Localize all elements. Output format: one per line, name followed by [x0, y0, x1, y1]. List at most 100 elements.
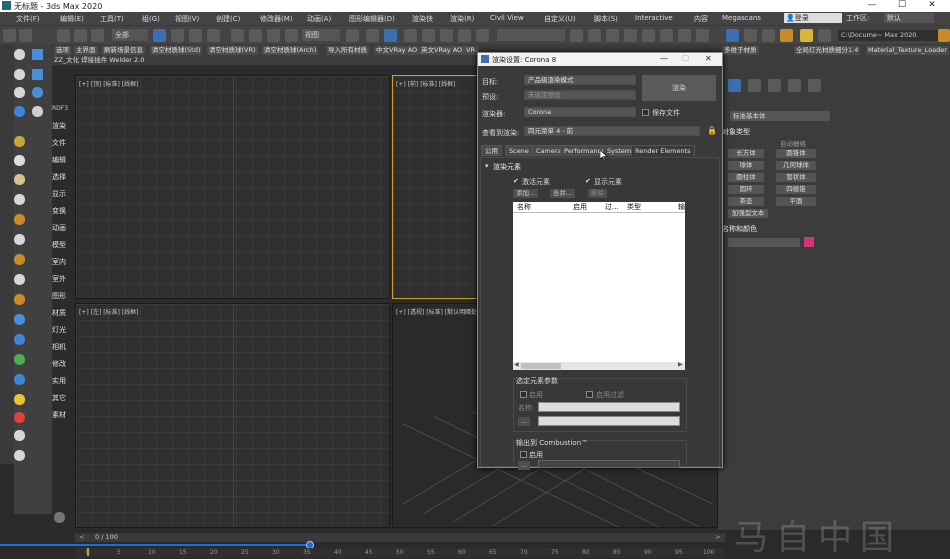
viewport-perspective-label[interactable]: [+] [透视] [标准] [默认明暗处理]	[396, 307, 485, 316]
element-name-input[interactable]	[538, 402, 680, 412]
dialog-minimize-button[interactable]: —	[660, 54, 668, 63]
ribbon-clear-arch[interactable]: 清空材质球(Arch)	[262, 46, 319, 55]
unlink-icon[interactable]	[74, 29, 87, 42]
align-icon[interactable]	[588, 29, 601, 42]
tool-icon-13[interactable]	[14, 374, 25, 385]
combustion-enable-checkbox[interactable]	[520, 451, 527, 458]
plugin-u-icon[interactable]	[800, 29, 813, 42]
menu-tools[interactable]: 工具(T)	[100, 14, 124, 24]
mirror-icon[interactable]	[570, 29, 583, 42]
col-type-header[interactable]: 类型	[627, 202, 641, 212]
merge-element-button[interactable]: 合并...	[550, 189, 576, 198]
element-path-input[interactable]	[538, 416, 680, 426]
ribbon-toggle-icon[interactable]	[624, 29, 637, 42]
menu-civil-view[interactable]: Civil View	[490, 14, 524, 22]
tab-scene[interactable]: Scene	[505, 145, 533, 156]
menu-scripting[interactable]: 脚本(S)	[594, 14, 618, 24]
tool-icon-10[interactable]	[14, 314, 25, 325]
ribbon-vray-ao-en[interactable]: 英文VRay AO	[419, 46, 465, 55]
sidebar-item-utility[interactable]: 实用	[48, 375, 74, 387]
track-bar[interactable]: 0 5 10 15 20 25 30 35 40 45 50 55 60 65 …	[75, 548, 725, 558]
redo-icon[interactable]	[19, 29, 32, 42]
lock-icon[interactable]: 🔒	[707, 126, 717, 135]
menu-group[interactable]: 组(G)	[142, 14, 160, 24]
time-slider-prev[interactable]: <	[79, 533, 84, 541]
combustion-browse-button[interactable]: ...	[518, 461, 531, 470]
tube-button[interactable]: 管状体	[776, 173, 816, 182]
browse-button[interactable]: ...	[518, 417, 531, 426]
motion-tab-icon[interactable]	[788, 79, 801, 92]
rendered-frame-window-icon[interactable]	[726, 29, 739, 42]
pivot-icon[interactable]	[346, 29, 359, 42]
select-manipulate-icon[interactable]	[366, 29, 379, 42]
sidebar-item-render[interactable]: 渲染	[48, 120, 74, 132]
select-by-name-icon[interactable]	[171, 29, 184, 42]
move-icon[interactable]	[231, 29, 244, 42]
ribbon-welder[interactable]: ZZ_文化 焊接插件 Welder 2.0	[54, 56, 144, 64]
minimize-button[interactable]: —	[858, 0, 886, 12]
ribbon-main-ui[interactable]: 主界面	[74, 46, 98, 55]
elements-list[interactable]: 名称 启用 过... 类型 输 ◀ ▶	[513, 202, 685, 370]
add-element-button[interactable]: 添加...	[513, 189, 539, 198]
cloud-small-icon[interactable]	[14, 69, 25, 80]
menu-megascans[interactable]: Megascans	[722, 14, 761, 22]
ribbon-refresh-scene[interactable]: 刷新场景信息	[102, 46, 145, 55]
close-button[interactable]: ✕	[918, 0, 946, 12]
autogrid-checkbox[interactable]: 自动栅格	[780, 138, 806, 148]
tool-icon-6[interactable]	[14, 234, 25, 245]
col-name-header[interactable]: 名称	[517, 202, 531, 212]
plane-button[interactable]: 平面	[776, 197, 816, 206]
sidebar-item-assets[interactable]: 素材	[48, 409, 74, 421]
teapot-icon[interactable]	[14, 136, 25, 147]
enable-filter-checkbox[interactable]	[586, 391, 593, 398]
tool-icon-3[interactable]	[14, 174, 25, 185]
cloud-icon[interactable]	[14, 49, 25, 60]
primitive-type-dropdown[interactable]: 标准基本体	[730, 111, 830, 121]
box-button[interactable]: 长方体	[728, 149, 764, 158]
object-name-field[interactable]	[728, 238, 800, 247]
delete-element-button[interactable]: 删除	[588, 189, 607, 198]
textplus-button[interactable]: 加强型文本	[728, 209, 768, 218]
ribbon-global-light[interactable]: 全局灯光材质细分1.4	[794, 46, 861, 55]
tool-icon-4[interactable]	[14, 194, 25, 205]
help-circle-icon[interactable]	[14, 450, 25, 461]
globe-icon[interactable]	[14, 106, 25, 117]
object-color-swatch[interactable]	[804, 237, 814, 247]
sidebar-item-edit[interactable]: 编辑	[48, 154, 74, 166]
dialog-close-button[interactable]: ✕	[705, 54, 712, 63]
sidebar-item-exterior[interactable]: 室外	[48, 273, 74, 285]
edit-named-selection-icon[interactable]	[476, 29, 489, 42]
menu-file[interactable]: 文件(F)	[16, 14, 40, 24]
maximize-button[interactable]: ☐	[888, 0, 916, 12]
shield-icon[interactable]	[32, 106, 43, 117]
cone-button[interactable]: 圆锥体	[776, 149, 816, 158]
named-selection-dropdown[interactable]	[497, 29, 565, 41]
workspace-dropdown[interactable]: 默认	[884, 13, 934, 23]
menu-modifiers[interactable]: 修改器(M)	[260, 14, 293, 24]
sidebar-item-light[interactable]: 灯光	[48, 324, 74, 336]
teapot-render-icon[interactable]	[780, 29, 793, 42]
ribbon-texture-loader[interactable]: Material_Texture_Loader	[866, 46, 949, 55]
teapot-button[interactable]: 茶壶	[728, 197, 764, 206]
cylinder-button[interactable]: 圆柱体	[728, 173, 764, 182]
layer-manager-icon[interactable]	[606, 29, 619, 42]
dialog-maximize-button[interactable]: ☐	[682, 54, 689, 63]
tool-icon-16[interactable]	[14, 430, 25, 441]
save-file-checkbox[interactable]	[642, 109, 649, 116]
geosphere-button[interactable]: 几何球体	[776, 161, 816, 170]
renderer-dropdown[interactable]: Corona	[524, 107, 636, 117]
sidebar-item-file[interactable]: 文件	[48, 137, 74, 149]
ribbon-vray-ao-cn[interactable]: 中文VRay AO	[374, 46, 420, 55]
spinner-snap-icon[interactable]	[458, 29, 471, 42]
sidebar-item-camera[interactable]: 相机	[48, 341, 74, 353]
time-slider-next[interactable]: >	[715, 533, 720, 541]
col-filter-header[interactable]: 过...	[605, 202, 619, 212]
tool-icon-14[interactable]	[14, 394, 25, 405]
enable-checkbox[interactable]	[520, 391, 527, 398]
tool-icon-15[interactable]	[14, 412, 25, 423]
sidebar-item-interior[interactable]: 室内	[48, 256, 74, 268]
selection-filter-dropdown[interactable]: 全部	[112, 29, 148, 41]
tool-icon-7[interactable]	[14, 254, 25, 265]
tool-icon-9[interactable]	[14, 294, 25, 305]
combustion-path-input[interactable]	[538, 460, 680, 468]
